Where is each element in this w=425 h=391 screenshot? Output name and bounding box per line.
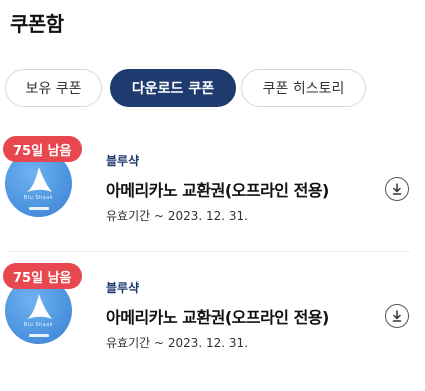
coupon-brand: 블루샥 [106, 154, 140, 168]
coupon-name: 아메리카노 교환권(오프라인 전용) [106, 181, 329, 200]
coupon-name: 아메리카노 교환권(오프라인 전용) [106, 308, 329, 327]
download-button[interactable] [385, 304, 409, 328]
coupon-validity: 유효기간 ~ 2023. 12. 31. [106, 336, 248, 350]
coupon-item[interactable]: Blu Shaak 75일 남음 블루샥 아메리카노 교환권(오프라인 전용) … [0, 135, 425, 247]
days-left-badge: 75일 남음 [3, 263, 82, 289]
download-icon [392, 310, 402, 322]
tab-owned-coupons[interactable]: 보유 쿠폰 [5, 69, 102, 107]
coupon-validity: 유효기간 ~ 2023. 12. 31. [106, 209, 248, 223]
days-left-badge: 75일 남음 [3, 136, 82, 162]
tab-coupon-history[interactable]: 쿠폰 히스토리 [241, 69, 366, 107]
coupon-item[interactable]: Blu Shaak 75일 남음 블루샥 아메리카노 교환권(오프라인 전용) … [0, 262, 425, 374]
tab-download-coupons[interactable]: 다운로드 쿠폰 [110, 69, 236, 107]
page-title: 쿠폰함 [10, 12, 64, 36]
brand-logo-strip [29, 334, 49, 337]
brand-logo-text: Blu Shaak [23, 322, 54, 328]
download-icon [392, 183, 402, 195]
coupon-divider [7, 251, 410, 252]
download-button[interactable] [385, 177, 409, 201]
brand-logo-strip [29, 207, 49, 210]
brand-logo-text: Blu Shaak [23, 195, 54, 201]
coupon-brand: 블루샥 [106, 281, 140, 295]
